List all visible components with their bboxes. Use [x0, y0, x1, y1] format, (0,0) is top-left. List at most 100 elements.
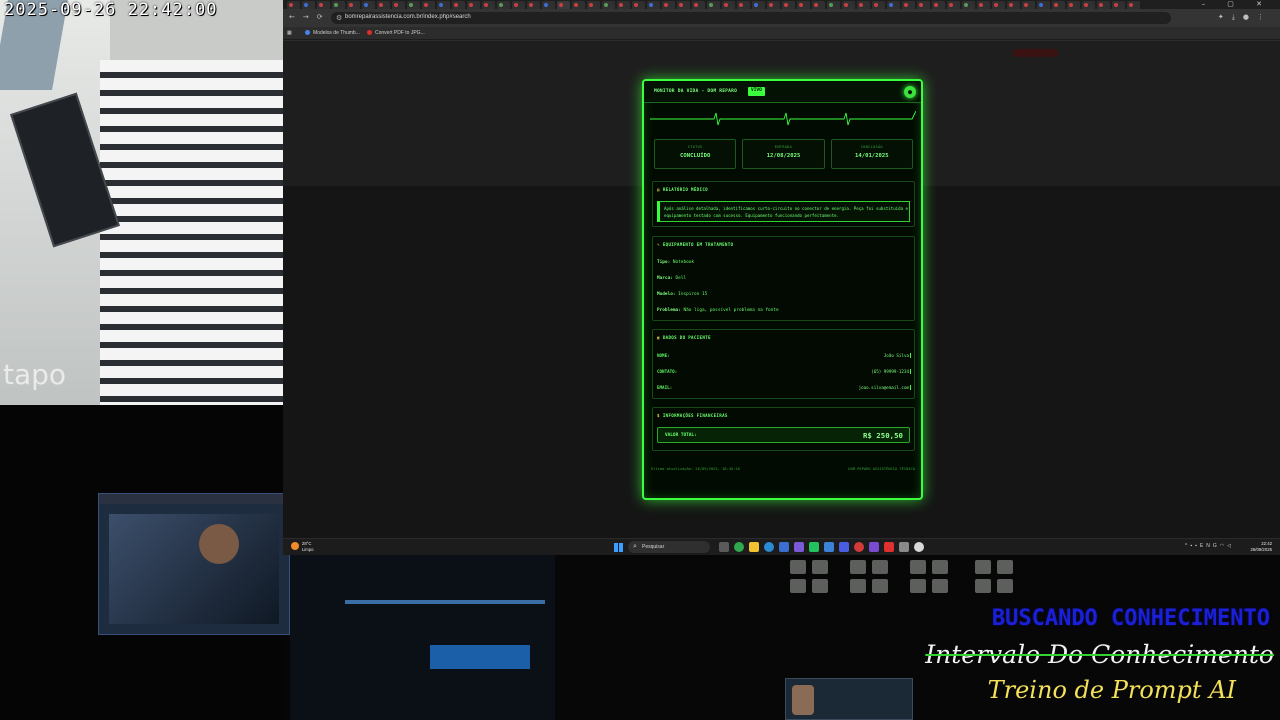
extensions-icon[interactable]: ✦: [1218, 13, 1232, 21]
browser-tab[interactable]: [1052, 1, 1065, 9]
browser-tab[interactable]: [512, 1, 525, 9]
obs-icon[interactable]: [914, 542, 924, 552]
browser-tab[interactable]: [662, 1, 675, 9]
browser-tab[interactable]: [602, 1, 615, 9]
browser-tab[interactable]: [692, 1, 705, 9]
browser-tab[interactable]: [947, 1, 960, 9]
browser-tab[interactable]: [452, 1, 465, 9]
app-icon[interactable]: [824, 542, 834, 552]
browser-tab[interactable]: [782, 1, 795, 9]
browser-tab[interactable]: [587, 1, 600, 9]
browser-tab[interactable]: [482, 1, 495, 9]
browser-tab[interactable]: [917, 1, 930, 9]
browser-tab[interactable]: [1067, 1, 1080, 9]
nav-buttons[interactable]: ←→⟳: [289, 13, 331, 21]
app-icon[interactable]: [854, 542, 864, 552]
browser-tab[interactable]: [332, 1, 345, 9]
browser-tab[interactable]: [437, 1, 450, 9]
site-info-icon[interactable]: ⚙: [336, 14, 342, 22]
volume-icon[interactable]: ◁: [1227, 543, 1234, 549]
key-tile: [910, 560, 926, 574]
browser-tab[interactable]: [992, 1, 1005, 9]
browser-tab[interactable]: [677, 1, 690, 9]
browser-tab[interactable]: [737, 1, 750, 9]
browser-tab[interactable]: [1082, 1, 1095, 9]
browser-tab[interactable]: [527, 1, 540, 9]
browser-tab[interactable]: [362, 1, 375, 9]
toolbar-actions[interactable]: ✦⤓●⋮: [1218, 13, 1272, 22]
browser-tab[interactable]: [842, 1, 855, 9]
language-indicator[interactable]: ENG: [1200, 543, 1220, 549]
browser-tab[interactable]: [407, 1, 420, 9]
task-view-icon[interactable]: [719, 542, 729, 552]
browser-tab[interactable]: [467, 1, 480, 9]
browser-tab[interactable]: [812, 1, 825, 9]
address-bar[interactable]: ⚙ bomrepairassistencia.com.br/index.php#…: [331, 12, 1171, 24]
file-explorer-icon[interactable]: [749, 542, 759, 552]
browser-tab[interactable]: [377, 1, 390, 9]
menu-icon[interactable]: ⋮: [1257, 13, 1272, 21]
bookmark-item[interactable]: Modelos de Thumb...: [305, 30, 360, 36]
browser-tab[interactable]: [392, 1, 405, 9]
pdf-icon[interactable]: [884, 542, 894, 552]
browser-tab[interactable]: [767, 1, 780, 9]
chrome-icon[interactable]: [734, 542, 744, 552]
system-tray[interactable]: ^▪▪ENG◠◁: [1185, 543, 1234, 549]
browser-tab[interactable]: [287, 1, 300, 9]
window-controls[interactable]: – ▢ ✕: [1202, 0, 1272, 8]
browser-tab[interactable]: [722, 1, 735, 9]
browser-tab[interactable]: [1022, 1, 1035, 9]
profile-icon[interactable]: ●: [1243, 13, 1257, 21]
browser-tab[interactable]: [347, 1, 360, 9]
browser-tab[interactable]: [1037, 1, 1050, 9]
weather-icon[interactable]: [291, 542, 299, 550]
browser-tab[interactable]: [902, 1, 915, 9]
taskbar-search[interactable]: ⌕ Pesquisar: [628, 541, 710, 553]
browser-tab[interactable]: [797, 1, 810, 9]
start-button-icon[interactable]: [614, 543, 623, 552]
edge-icon[interactable]: [764, 542, 774, 552]
browser-tab[interactable]: [872, 1, 885, 9]
browser-tab[interactable]: [647, 1, 660, 9]
browser-tab[interactable]: [317, 1, 330, 9]
equipment-problem: Problema: Não liga, possível problema na…: [657, 308, 779, 313]
browser-tab[interactable]: [1127, 1, 1140, 9]
forward-icon[interactable]: →: [303, 13, 317, 21]
weather-widget[interactable]: 28°C Limpo: [302, 541, 313, 553]
browser-tab[interactable]: [497, 1, 510, 9]
browser-tab[interactable]: [977, 1, 990, 9]
download-icon[interactable]: ⤓: [1232, 13, 1243, 21]
browser-tab-active[interactable]: [557, 1, 570, 9]
settings-icon[interactable]: [899, 542, 909, 552]
browser-tab[interactable]: [422, 1, 435, 9]
clock[interactable]: 22:42 26/09/2025: [1250, 541, 1272, 553]
browser-tab[interactable]: [707, 1, 720, 9]
browser-tab[interactable]: [617, 1, 630, 9]
app-icon[interactable]: [869, 542, 879, 552]
completion-date-label: CONCLUSÃO: [860, 145, 883, 149]
close-button[interactable]: ●: [904, 86, 916, 98]
browser-tab[interactable]: [1112, 1, 1125, 9]
back-icon[interactable]: ←: [289, 13, 303, 21]
discord-icon[interactable]: [839, 542, 849, 552]
browser-tab[interactable]: [1097, 1, 1110, 9]
reload-icon[interactable]: ⟳: [317, 13, 331, 21]
browser-tab[interactable]: [542, 1, 555, 9]
browser-tab[interactable]: [572, 1, 585, 9]
browser-tab[interactable]: [887, 1, 900, 9]
browser-tab[interactable]: [302, 1, 315, 9]
browser-tab[interactable]: [1007, 1, 1020, 9]
browser-tab[interactable]: [932, 1, 945, 9]
whatsapp-icon[interactable]: [809, 542, 819, 552]
browser-tab[interactable]: [857, 1, 870, 9]
url-text[interactable]: bomrepairassistencia.com.br/index.php#se…: [345, 14, 471, 20]
app-icon[interactable]: [794, 542, 804, 552]
bookmark-item[interactable]: Convert PDF to JPG...: [367, 30, 425, 36]
apps-icon[interactable]: ▦: [287, 30, 292, 36]
store-icon[interactable]: [779, 542, 789, 552]
browser-tab[interactable]: [632, 1, 645, 9]
browser-tab[interactable]: [962, 1, 975, 9]
status-label: STATUS: [687, 145, 703, 149]
browser-tab[interactable]: [752, 1, 765, 9]
browser-tab[interactable]: [827, 1, 840, 9]
